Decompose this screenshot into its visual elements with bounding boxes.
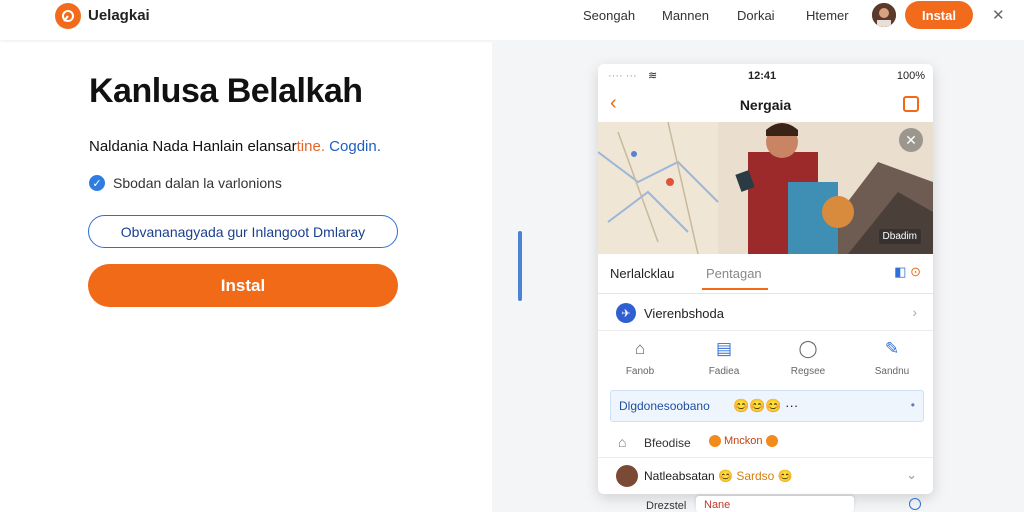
page-title: Kanlusa Belalkah bbox=[89, 72, 363, 110]
comment-input[interactable]: Dlgdonesoobano 😊😊😊 ··· • bbox=[610, 390, 924, 422]
comment-author: Natleabsatan bbox=[644, 469, 715, 483]
tab-bar: Nerlalcklau Pentagan ◧ ⊙ bbox=[598, 254, 933, 294]
commenter-avatar bbox=[616, 465, 638, 487]
secondary-button[interactable]: Obvananagyada gur Inlangoot Dmlaray bbox=[88, 215, 398, 248]
brand-name[interactable]: Uelagkai bbox=[88, 7, 150, 24]
chat-icon: ◯ bbox=[798, 339, 818, 358]
card-icon: ▤ bbox=[715, 339, 733, 358]
comment-emoji-text: 😊 Sardso 😊 bbox=[718, 469, 793, 483]
profile-icon: ✈ bbox=[616, 303, 636, 323]
bell-icon[interactable]: ⌂ bbox=[618, 434, 626, 450]
signal-dots: ···· ··· bbox=[608, 70, 637, 82]
grid-item-4[interactable]: ✎ Sandnu bbox=[850, 332, 933, 386]
reaction-dot-icon bbox=[709, 435, 721, 447]
phone-title: Nergaia bbox=[739, 97, 792, 113]
bookmark-icon[interactable]: ◧ bbox=[894, 264, 906, 279]
profile-row[interactable]: ✈ Vierenbshoda › bbox=[598, 295, 933, 331]
profile-label: Vierenbshoda bbox=[644, 306, 724, 321]
status-time: 12:41 bbox=[748, 70, 777, 82]
bottom-pill-text: Nane bbox=[704, 499, 731, 511]
hero-subtitle: Naldania Nada Hanlain elansartine. Cogdi… bbox=[89, 138, 381, 155]
feature-check-text: Sbodan dalan la varlonions bbox=[113, 175, 282, 191]
reaction-badge[interactable]: Mnckon bbox=[704, 434, 783, 448]
info-icon[interactable]: ⊙ bbox=[910, 264, 921, 279]
more-icon[interactable]: • bbox=[911, 398, 915, 412]
nav-link-2[interactable]: Mannen bbox=[662, 8, 709, 23]
phone-header: ‹ Nergaia bbox=[598, 88, 933, 122]
home-icon: ⌂ bbox=[634, 339, 646, 358]
chevron-down-icon[interactable]: ⌄ bbox=[906, 467, 917, 483]
page: Uelagkai Seongah Mannen Dorkai Htemer In… bbox=[0, 0, 1024, 512]
battery-level: 100% bbox=[896, 70, 925, 82]
nav-install-button[interactable]: Instal bbox=[905, 1, 973, 29]
comment-label: Natleabsatan 😊 Sardso 😊 bbox=[644, 469, 793, 483]
chevron-right-icon: › bbox=[912, 304, 917, 320]
reaction-badge-text: Mnckon bbox=[724, 435, 763, 447]
comment-row[interactable]: Natleabsatan 😊 Sardso 😊 ⌄ bbox=[598, 459, 933, 493]
phone-mockup: ···· ··· ≋ 12:41 100% ‹ Nergaia ✕ Dbadim… bbox=[598, 64, 933, 494]
status-bar: ···· ··· ≋ 12:41 100% bbox=[598, 64, 933, 88]
reaction-dot-icon-2 bbox=[765, 435, 778, 447]
install-button[interactable]: Instal bbox=[88, 264, 398, 307]
hero-image: ✕ Dbadim bbox=[598, 122, 933, 254]
close-icon[interactable]: ✕ bbox=[992, 6, 1005, 24]
scroll-indicator[interactable] bbox=[518, 231, 522, 301]
grid-label-3: Regsee bbox=[790, 366, 826, 377]
user-avatar[interactable] bbox=[872, 3, 896, 27]
grid-label-1: Fanob bbox=[625, 366, 655, 377]
subtitle-main: Naldania Nada Hanlain elansar bbox=[89, 138, 297, 155]
bottom-pill[interactable]: Nane bbox=[696, 496, 854, 512]
reaction-label: Bfeodise bbox=[644, 436, 691, 450]
action-grid: ⌂ Fanob ▤ Fadiea ◯ Regsee ✎ Sandnu bbox=[598, 332, 933, 386]
reaction-row: ⌂ Bfeodise Mnckon bbox=[598, 426, 933, 458]
feature-check-row: ✓ Sbodan dalan la varlonions bbox=[89, 175, 282, 191]
active-tab-underline bbox=[702, 288, 768, 290]
grid-item-2[interactable]: ▤ Fadiea bbox=[682, 332, 766, 386]
help-icon[interactable] bbox=[909, 498, 921, 510]
logo-mark-icon bbox=[62, 10, 74, 22]
subtitle-link[interactable]: Cogdin. bbox=[329, 138, 381, 155]
nav-link-1[interactable]: Seongah bbox=[583, 8, 635, 23]
bottom-bar: Drezstel Nane bbox=[598, 494, 933, 512]
emoji-icon[interactable]: 😊😊😊 ··· bbox=[733, 398, 798, 414]
pen-icon: ✎ bbox=[884, 339, 900, 358]
tab-second[interactable]: Pentagan bbox=[706, 266, 762, 281]
tab-first[interactable]: Nerlalcklau bbox=[610, 266, 674, 281]
nav-link-4[interactable]: Htemer bbox=[806, 8, 849, 23]
nav-link-3[interactable]: Dorkai bbox=[737, 8, 775, 23]
wifi-icon: ≋ bbox=[648, 70, 658, 82]
image-badge: Dbadim bbox=[878, 229, 921, 244]
tab-actions: ◧ ⊙ bbox=[894, 264, 921, 280]
brand-logo-icon[interactable] bbox=[55, 3, 81, 29]
image-close-icon[interactable]: ✕ bbox=[899, 128, 923, 152]
avatar-face-icon bbox=[872, 3, 896, 27]
check-icon: ✓ bbox=[89, 175, 105, 191]
top-nav: Uelagkai Seongah Mannen Dorkai Htemer In… bbox=[0, 0, 1024, 40]
grid-item-3[interactable]: ◯ Regsee bbox=[766, 332, 850, 386]
grid-item-1[interactable]: ⌂ Fanob bbox=[598, 332, 682, 386]
grid-label-4: Sandnu bbox=[874, 366, 910, 377]
subtitle-highlight: tine. bbox=[296, 138, 325, 155]
grid-label-2: Fadiea bbox=[708, 366, 740, 377]
share-icon[interactable] bbox=[903, 96, 919, 112]
bottom-label: Drezstel bbox=[646, 500, 687, 512]
comment-input-text: Dlgdonesoobano bbox=[619, 399, 710, 413]
